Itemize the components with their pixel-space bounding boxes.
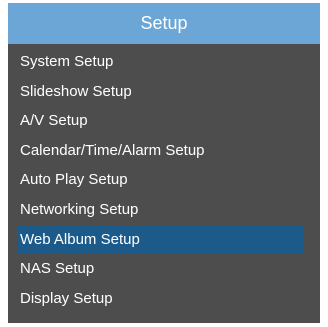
menu-item-slideshow-setup[interactable]: Slideshow Setup: [8, 77, 320, 107]
setup-menu-panel: Setup System Setup Slideshow Setup A/V S…: [8, 3, 320, 323]
menu-title: Setup: [8, 3, 320, 44]
menu-item-calendar-time-alarm-setup[interactable]: Calendar/Time/Alarm Setup: [8, 136, 320, 166]
menu-item-networking-setup[interactable]: Networking Setup: [8, 195, 320, 225]
menu-item-av-setup[interactable]: A/V Setup: [8, 106, 320, 136]
menu-item-nas-setup[interactable]: NAS Setup: [8, 254, 320, 284]
menu-item-system-setup[interactable]: System Setup: [8, 47, 320, 77]
menu-item-display-setup[interactable]: Display Setup: [8, 284, 320, 314]
menu-item-web-album-setup[interactable]: Web Album Setup: [18, 224, 303, 255]
setup-menu-list: System Setup Slideshow Setup A/V Setup C…: [8, 47, 320, 313]
menu-item-auto-play-setup[interactable]: Auto Play Setup: [8, 165, 320, 195]
